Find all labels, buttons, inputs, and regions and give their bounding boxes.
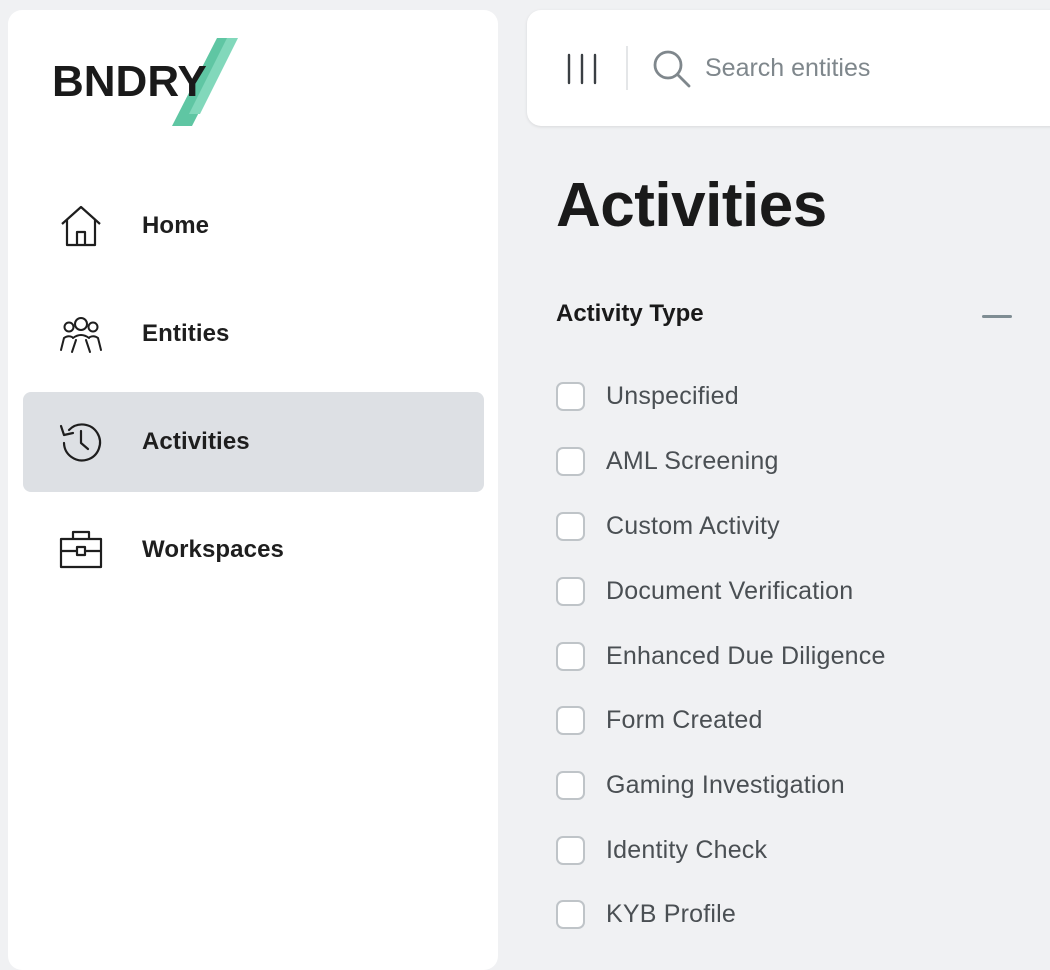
filter-option-label: Document Verification xyxy=(606,576,854,605)
filter-option[interactable]: Custom Activity xyxy=(556,510,780,542)
filter-option-label: Form Created xyxy=(606,705,763,734)
columns-icon xyxy=(567,53,597,85)
briefcase-icon xyxy=(55,524,107,576)
bndry-logo[interactable]: BNDRY xyxy=(52,38,252,130)
sidebar-item-label: Workspaces xyxy=(142,536,284,563)
filter-option[interactable]: Identity Check xyxy=(556,834,767,866)
columns-button[interactable] xyxy=(557,44,607,94)
logo-text: BNDRY xyxy=(52,57,207,106)
checkbox[interactable] xyxy=(556,899,585,929)
checkbox[interactable] xyxy=(556,446,585,476)
filter-option[interactable]: Unspecified xyxy=(556,380,739,412)
search-input[interactable] xyxy=(705,46,1045,90)
checkbox[interactable] xyxy=(556,835,585,865)
filter-option-label: KYB Profile xyxy=(606,899,737,928)
home-icon xyxy=(55,200,107,252)
filter-option[interactable]: AML Screening xyxy=(556,445,779,477)
sidebar-item-label: Activities xyxy=(142,428,250,455)
checkbox[interactable] xyxy=(556,705,585,735)
filter-option[interactable]: KYB Profile xyxy=(556,898,736,930)
sidebar-item-entities[interactable]: Entities xyxy=(23,284,484,384)
filter-option[interactable]: Form Created xyxy=(556,704,763,736)
page-title: Activities xyxy=(556,171,827,240)
top-bar xyxy=(527,10,1050,126)
history-icon xyxy=(55,416,107,468)
sidebar-item-label: Home xyxy=(142,212,210,239)
filter-option-label: Enhanced Due Diligence xyxy=(606,641,886,670)
checkbox[interactable] xyxy=(556,576,585,606)
checkbox[interactable] xyxy=(556,511,585,541)
filter-option-label: Identity Check xyxy=(606,835,768,864)
filter-option-label: Unspecified xyxy=(606,381,739,410)
sidebar-item-workspaces[interactable]: Workspaces xyxy=(23,500,484,600)
filter-option-label: Gaming Investigation xyxy=(606,770,845,799)
filter-option[interactable]: Document Verification xyxy=(556,575,853,607)
toolbar-divider xyxy=(626,46,628,90)
sidebar-item-activities[interactable]: Activities xyxy=(23,392,484,492)
sidebar-item-label: Entities xyxy=(142,320,230,347)
sidebar: BNDRY Home Entities Activities Workspace… xyxy=(8,10,498,970)
filter-section-title: Activity Type xyxy=(556,300,704,327)
filter-option[interactable]: Gaming Investigation xyxy=(556,769,845,801)
collapse-filter-button[interactable] xyxy=(982,315,1012,318)
search-icon xyxy=(653,50,691,88)
filter-option-label: Custom Activity xyxy=(606,511,780,540)
people-icon xyxy=(55,308,107,360)
sidebar-item-home[interactable]: Home xyxy=(23,176,484,276)
filter-option[interactable]: Enhanced Due Diligence xyxy=(556,640,886,672)
checkbox[interactable] xyxy=(556,381,585,411)
checkbox[interactable] xyxy=(556,770,585,800)
checkbox[interactable] xyxy=(556,641,585,671)
filter-option-label: AML Screening xyxy=(606,446,779,475)
